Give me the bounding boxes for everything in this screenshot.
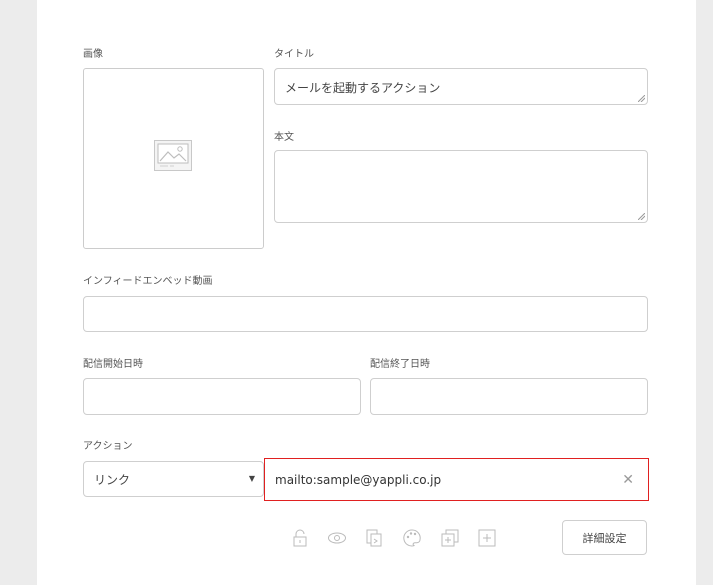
right-gutter bbox=[696, 0, 713, 585]
eye-icon[interactable] bbox=[327, 528, 347, 548]
resize-handle-icon[interactable] bbox=[638, 213, 645, 220]
left-gutter bbox=[0, 0, 37, 585]
lock-icon[interactable] bbox=[290, 528, 310, 548]
top-strip bbox=[37, 0, 696, 15]
duplicate-icon[interactable] bbox=[440, 528, 460, 548]
action-label: アクション bbox=[83, 441, 133, 452]
clear-icon[interactable]: ✕ bbox=[622, 472, 634, 488]
caret-down-icon: ▼ bbox=[248, 474, 255, 483]
image-placeholder-icon bbox=[154, 140, 192, 171]
resize-handle-icon[interactable] bbox=[638, 95, 645, 102]
body-textarea[interactable] bbox=[274, 150, 648, 223]
detail-settings-button[interactable]: 詳細設定 bbox=[562, 520, 647, 555]
add-icon[interactable] bbox=[477, 528, 497, 548]
image-label: 画像 bbox=[83, 49, 103, 60]
action-url-value: mailto:sample@yappli.co.jp bbox=[275, 472, 442, 487]
image-upload-box[interactable] bbox=[83, 68, 264, 249]
infeed-video-input[interactable] bbox=[83, 296, 648, 332]
palette-icon[interactable] bbox=[402, 528, 422, 548]
infeed-video-label: インフィードエンベッド動画 bbox=[83, 276, 213, 287]
copy-icon[interactable] bbox=[364, 528, 384, 548]
title-input-value: メールを起動するアクション bbox=[285, 81, 441, 95]
detail-settings-label: 詳細設定 bbox=[582, 531, 627, 545]
title-label: タイトル bbox=[274, 49, 314, 60]
action-url-input[interactable]: mailto:sample@yappli.co.jp ✕ bbox=[264, 458, 649, 501]
body-label: 本文 bbox=[274, 132, 294, 143]
start-date-label: 配信開始日時 bbox=[83, 359, 143, 370]
end-date-input[interactable] bbox=[370, 378, 648, 415]
action-type-value: リンク bbox=[94, 472, 131, 487]
end-date-label: 配信終了日時 bbox=[370, 359, 430, 370]
title-input[interactable]: メールを起動するアクション bbox=[274, 68, 648, 105]
action-type-select[interactable]: リンク ▼ bbox=[83, 461, 264, 497]
start-date-input[interactable] bbox=[83, 378, 361, 415]
